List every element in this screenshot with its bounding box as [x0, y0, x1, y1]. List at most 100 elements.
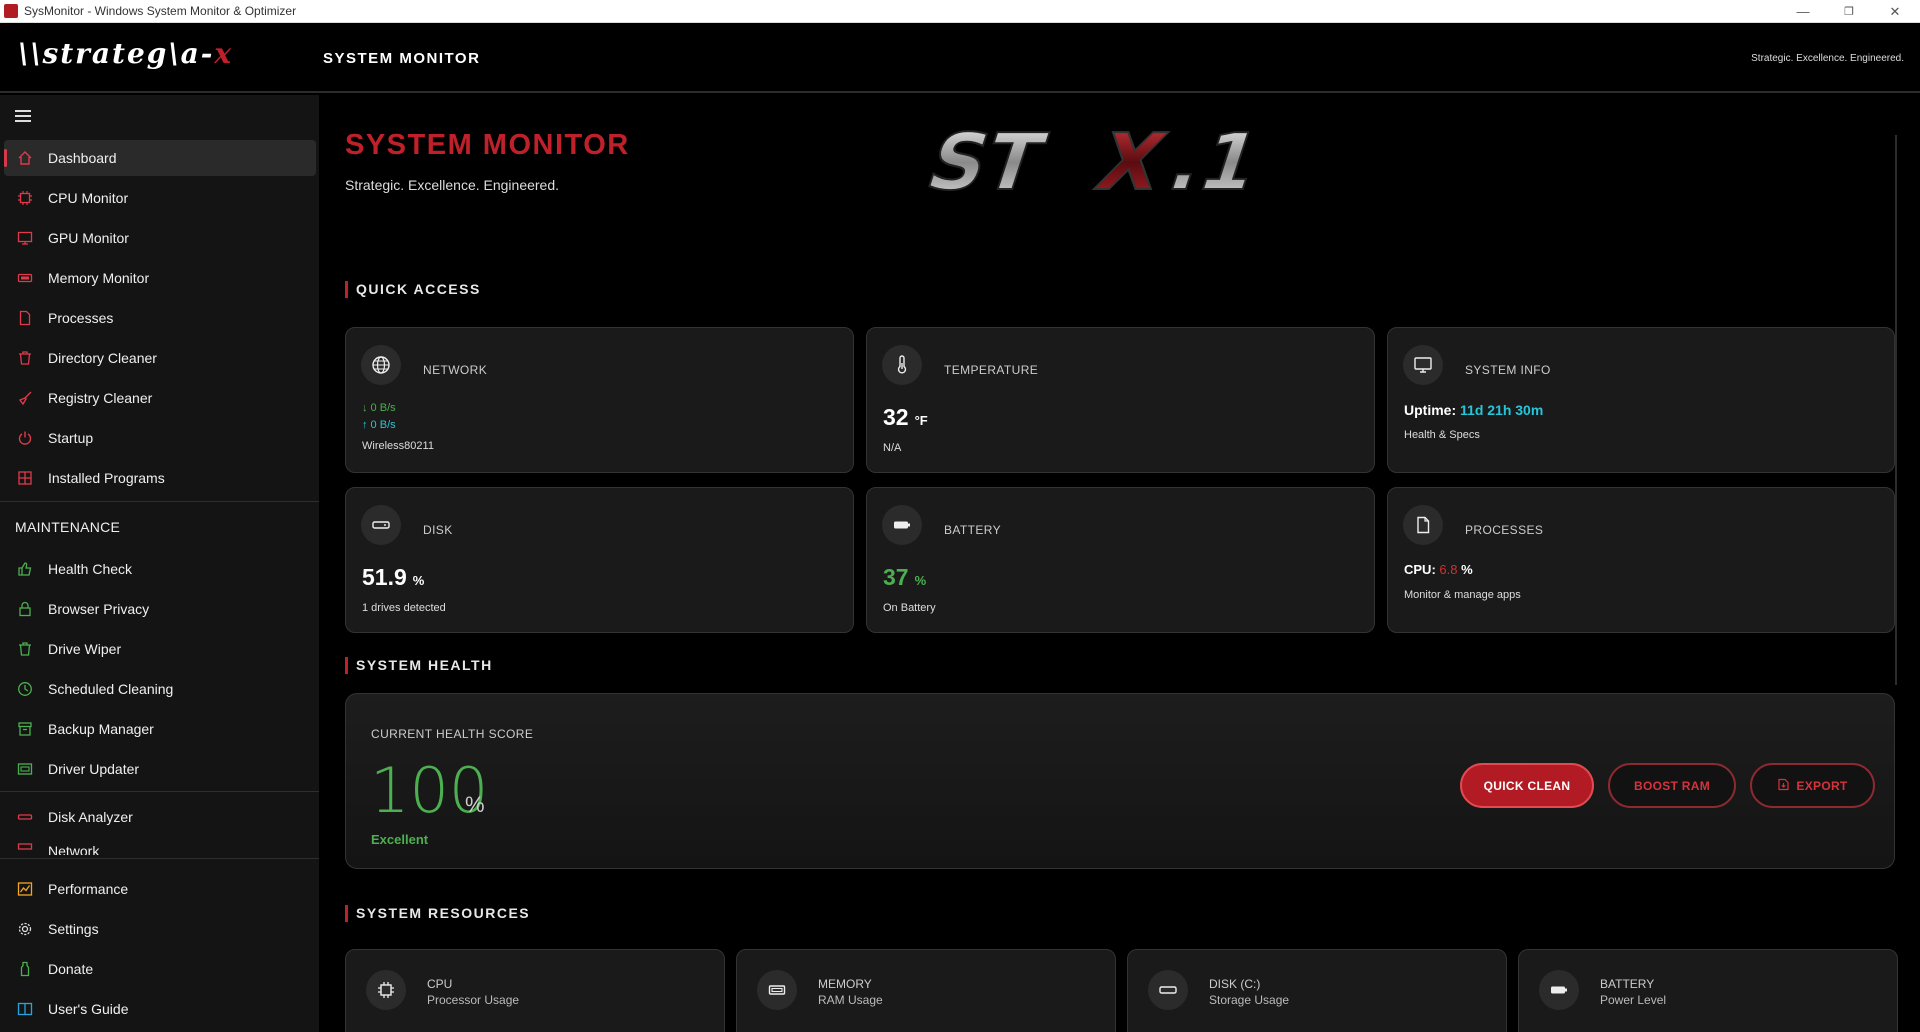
vertical-scrollbar[interactable] [1895, 135, 1897, 685]
sidebar-item-backup-manager[interactable]: Backup Manager [4, 711, 316, 747]
resource-card-battery[interactable]: BATTERY Power Level [1518, 949, 1898, 1032]
network-icon [16, 839, 34, 855]
system-info-note: Health & Specs [1404, 429, 1480, 441]
battery-icon [1539, 970, 1579, 1010]
sidebar-item-installed-programs[interactable]: Installed Programs [4, 460, 316, 496]
section-quick-access: QUICK ACCESS [345, 281, 481, 298]
sidebar-item-driver-updater[interactable]: Driver Updater [4, 751, 316, 787]
resource-card-cpu[interactable]: CPU Processor Usage [345, 949, 725, 1032]
resource-card-disk[interactable]: DISK (C:) Storage Usage [1127, 949, 1507, 1032]
disk-card[interactable]: DISK 51.9% 1 drives detected [345, 487, 854, 633]
sidebar-item-label: Processes [48, 310, 114, 326]
sidebar-item-dashboard[interactable]: Dashboard [4, 140, 316, 176]
sidebar-item-memory-monitor[interactable]: Memory Monitor [4, 260, 316, 296]
page-subtitle: Strategic. Excellence. Engineered. [345, 177, 560, 193]
sidebar-item-label: Driver Updater [48, 761, 140, 777]
archive-icon [16, 720, 34, 738]
sidebar-item-gpu-monitor[interactable]: GPU Monitor [4, 220, 316, 256]
main-content: SYSTEM MONITOR Strategic. Excellence. En… [319, 95, 1920, 1032]
health-score-unit: % [465, 792, 485, 817]
header-title: SYSTEM MONITOR [323, 50, 481, 67]
sidebar-item-label: Network [48, 843, 100, 855]
power-icon [16, 429, 34, 447]
sidebar-item-donate[interactable]: Donate [4, 951, 316, 987]
temperature-card[interactable]: TEMPERATURE 32 °F N/A [866, 327, 1375, 473]
close-button[interactable]: ✕ [1872, 0, 1918, 23]
sidebar-item-directory-cleaner[interactable]: Directory Cleaner [4, 340, 316, 376]
sidebar-item-processes[interactable]: Processes [4, 300, 316, 336]
sidebar: Dashboard CPU Monitor GPU Monitor Memory… [0, 95, 319, 1032]
sidebar-item-startup[interactable]: Startup [4, 420, 316, 456]
disk-note: 1 drives detected [362, 602, 446, 614]
sidebar-item-label: Browser Privacy [48, 601, 150, 617]
sidebar-item-network[interactable]: Network [4, 837, 316, 855]
system-info-card[interactable]: SYSTEM INFO Uptime: 11d 21h 30m Health &… [1387, 327, 1895, 473]
uptime-line: Uptime: 11d 21h 30m [1404, 402, 1543, 418]
sidebar-item-label: GPU Monitor [48, 230, 129, 246]
disk-unit: % [412, 573, 425, 588]
brand-logo-graphic: ST X .1 [915, 119, 1272, 199]
logo-text: \\strateg\a- [18, 37, 215, 70]
memory-icon [16, 269, 34, 287]
sidebar-item-users-guide[interactable]: User's Guide [4, 991, 316, 1027]
app-icon [4, 4, 18, 18]
resource-sublabel: Storage Usage [1209, 993, 1290, 1007]
export-label: EXPORT [1796, 778, 1848, 793]
cpu-usage-unit: % [1461, 562, 1473, 577]
temperature-value: 32 °F [883, 404, 928, 431]
clock-icon [16, 680, 34, 698]
sidebar-item-label: User's Guide [48, 1001, 129, 1017]
cpu-usage-label: CPU: [1404, 562, 1436, 577]
resource-sublabel: Power Level [1600, 993, 1667, 1007]
bottle-icon [16, 960, 34, 978]
chart-icon [16, 880, 34, 898]
sidebar-item-performance[interactable]: Performance [4, 871, 316, 907]
sidebar-item-health-check[interactable]: Health Check [4, 551, 316, 587]
cpu-usage-line: CPU: 6.8 % [1404, 562, 1473, 577]
battery-note: On Battery [883, 602, 936, 614]
sidebar-item-label: Registry Cleaner [48, 390, 153, 406]
system-info-label: SYSTEM INFO [1465, 363, 1551, 377]
processes-label: PROCESSES [1465, 523, 1544, 537]
battery-card[interactable]: BATTERY 37% On Battery [866, 487, 1375, 633]
thermometer-icon [882, 345, 922, 385]
minimize-button[interactable]: — [1780, 0, 1826, 23]
hamburger-menu-icon[interactable] [15, 110, 31, 122]
resource-sublabel: Processor Usage [427, 993, 520, 1007]
health-score-label: CURRENT HEALTH SCORE [371, 727, 534, 741]
sidebar-item-scheduled-cleaning[interactable]: Scheduled Cleaning [4, 671, 316, 707]
sidebar-item-label: Disk Analyzer [48, 809, 133, 825]
boost-ram-button[interactable]: BOOST RAM [1608, 763, 1736, 808]
resource-card-memory[interactable]: MEMORY RAM Usage [736, 949, 1116, 1032]
restore-button[interactable]: ❐ [1826, 0, 1872, 23]
battery-unit: % [914, 573, 927, 588]
network-label: NETWORK [423, 363, 488, 377]
app-header: \\strateg\a-x SYSTEM MONITOR Strategic. … [0, 23, 1920, 93]
sidebar-item-label: Backup Manager [48, 721, 154, 737]
export-icon [1777, 778, 1790, 794]
sidebar-divider [0, 858, 319, 859]
sidebar-item-drive-wiper[interactable]: Drive Wiper [4, 631, 316, 667]
window-title: SysMonitor - Windows System Monitor & Op… [24, 4, 297, 18]
globe-icon [361, 345, 401, 385]
trash-icon [16, 640, 34, 658]
sidebar-item-label: Donate [48, 961, 94, 977]
processes-note: Monitor & manage apps [1404, 589, 1521, 601]
sidebar-item-settings[interactable]: Settings [4, 911, 316, 947]
quick-clean-button[interactable]: QUICK CLEAN [1460, 763, 1594, 808]
network-adapter-name: Wireless80211 [362, 440, 434, 452]
uptime-label: Uptime: [1404, 402, 1457, 418]
temperature-number: 32 [883, 404, 909, 430]
network-download-rate: ↓ 0 B/s [362, 402, 396, 414]
sidebar-item-cpu-monitor[interactable]: CPU Monitor [4, 180, 316, 216]
sidebar-item-label: Installed Programs [48, 470, 165, 486]
export-button[interactable]: EXPORT [1750, 763, 1875, 808]
sidebar-item-disk-analyzer[interactable]: Disk Analyzer [4, 799, 316, 835]
sidebar-item-label: Settings [48, 921, 99, 937]
boost-ram-label: BOOST RAM [1633, 778, 1711, 793]
broom-icon [16, 389, 34, 407]
sidebar-item-browser-privacy[interactable]: Browser Privacy [4, 591, 316, 627]
sidebar-item-registry-cleaner[interactable]: Registry Cleaner [4, 380, 316, 416]
network-card[interactable]: NETWORK ↓ 0 B/s ↑ 0 B/s Wireless80211 [345, 327, 854, 473]
processes-card[interactable]: PROCESSES CPU: 6.8 % Monitor & manage ap… [1387, 487, 1895, 633]
